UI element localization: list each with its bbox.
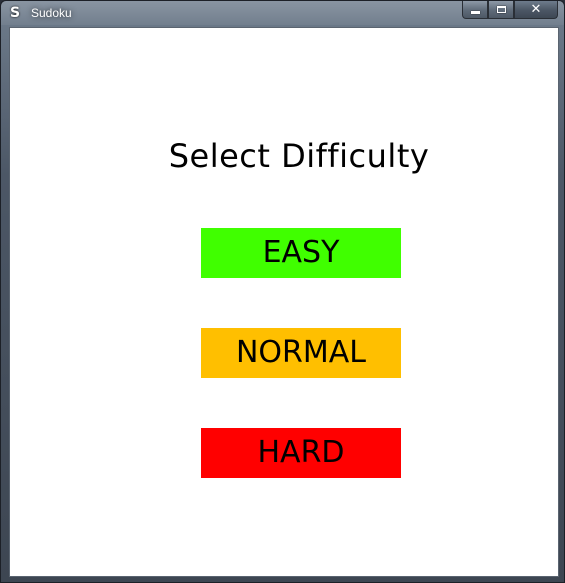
difficulty-panel: Select Difficulty EASY NORMAL HARD: [9, 27, 559, 577]
window-title: Sudoku: [31, 6, 72, 20]
minimize-button[interactable]: [462, 1, 488, 19]
minimize-icon: [470, 11, 480, 14]
page-title: Select Difficulty: [168, 137, 430, 175]
maximize-icon: [496, 6, 506, 13]
maximize-button[interactable]: [488, 1, 514, 19]
normal-button[interactable]: NORMAL: [201, 328, 401, 378]
close-button[interactable]: ✕: [514, 1, 558, 19]
app-icon[interactable]: S: [10, 5, 24, 21]
easy-button[interactable]: EASY: [201, 228, 401, 278]
window-controls: ✕: [462, 1, 558, 19]
close-icon: ✕: [530, 2, 542, 17]
sudoku-window: S Sudoku ✕ Select Difficulty EASY NORMAL…: [0, 0, 565, 583]
title-bar[interactable]: S Sudoku ✕: [1, 1, 564, 25]
hard-button[interactable]: HARD: [201, 428, 401, 478]
